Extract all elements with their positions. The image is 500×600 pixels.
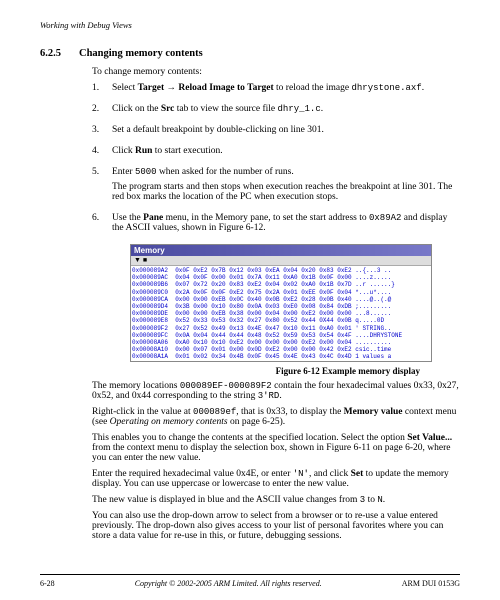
para-2: Right-click in the value at 000089ef, th… <box>92 407 460 427</box>
page-header: Working with Debug Views <box>40 20 460 30</box>
step-body: Use the Pane menu, in the Memory pane, t… <box>112 213 460 238</box>
section-number: 6.2.5 <box>40 48 61 59</box>
step-4: 4. Click Run to start execution. <box>92 146 460 161</box>
memory-window: Memory ▼ ■ 0x000089A2 0x0F 0xE2 0x7B 0x1… <box>130 244 432 362</box>
intro-text: To change memory contents: <box>92 67 460 77</box>
para-5: The new value is displayed in blue and t… <box>92 495 460 505</box>
step-6: 6. Use the Pane menu, in the Memory pane… <box>92 213 460 238</box>
step-3: 3. Set a default breakpoint by double-cl… <box>92 125 460 140</box>
section-heading: 6.2.5 Changing memory contents <box>40 48 460 59</box>
step-body: Set a default breakpoint by double-click… <box>112 125 460 140</box>
step-2: 2. Click on the Src tab to view the sour… <box>92 104 460 119</box>
step-body: Click on the Src tab to view the source … <box>112 104 460 119</box>
para-1: The memory locations 000089EF-000089F2 c… <box>92 381 460 401</box>
step-body: Enter 5000 when asked for the number of … <box>112 167 460 207</box>
memory-figure: Memory ▼ ■ 0x000089A2 0x0F 0xE2 0x7B 0x1… <box>130 244 460 362</box>
memory-dump: 0x000089A2 0x0F 0xE2 0x7B 0x12 0x03 0xEA… <box>131 266 431 361</box>
step-number: 4. <box>92 146 112 161</box>
steps-list: 1. Select Target → Reload Image to Targe… <box>92 83 460 238</box>
step-body: Click Run to start execution. <box>112 146 460 161</box>
page-number: 6-28 <box>40 579 55 588</box>
step-5: 5. Enter 5000 when asked for the number … <box>92 167 460 207</box>
memory-toolbar: ▼ ■ <box>131 256 431 266</box>
step-number: 5. <box>92 167 112 207</box>
step-number: 2. <box>92 104 112 119</box>
step-number: 1. <box>92 83 112 98</box>
figure-caption: Figure 6-12 Example memory display <box>40 366 460 376</box>
page-footer: 6-28 Copyright © 2002-2005 ARM Limited. … <box>40 574 460 588</box>
copyright: Copyright © 2002-2005 ARM Limited. All r… <box>135 579 322 588</box>
step-1: 1. Select Target → Reload Image to Targe… <box>92 83 460 98</box>
para-3: This enables you to change the contents … <box>92 433 460 463</box>
step-body: Select Target → Reload Image to Target t… <box>112 83 460 98</box>
memory-titlebar: Memory <box>131 245 431 256</box>
step-number: 6. <box>92 213 112 238</box>
section-title-text: Changing memory contents <box>79 48 203 59</box>
document-id: ARM DUI 0153G <box>402 579 460 588</box>
step-number: 3. <box>92 125 112 140</box>
para-4: Enter the required hexadecimal value 0x4… <box>92 469 460 489</box>
para-6: You can also use the drop-down arrow to … <box>92 511 460 541</box>
